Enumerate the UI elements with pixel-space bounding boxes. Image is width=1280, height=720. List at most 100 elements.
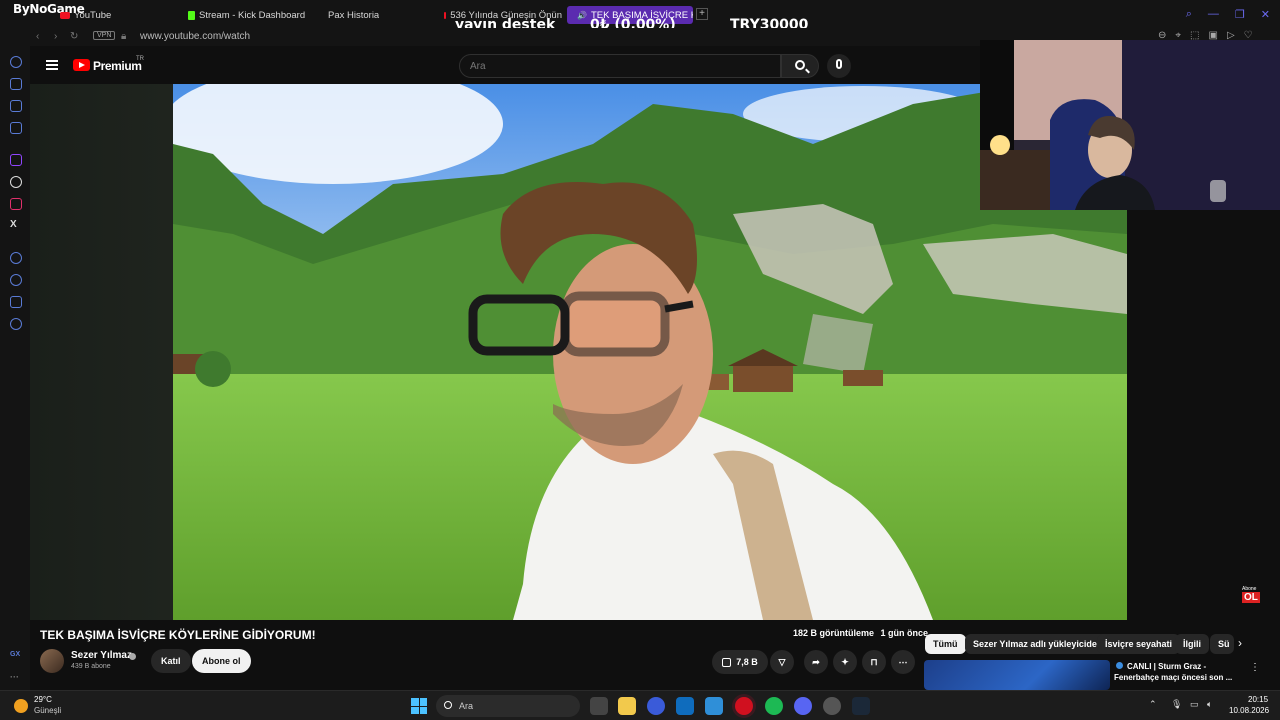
chip-related[interactable]: İlgili bbox=[1175, 634, 1209, 654]
windows-start-icon[interactable] bbox=[411, 698, 427, 714]
subscribe-button[interactable]: Abone ol bbox=[192, 649, 251, 673]
more-icon[interactable]: ··· bbox=[10, 672, 19, 682]
tab-label: YouTube bbox=[74, 9, 112, 21]
microphone-icon[interactable]: 🎙︎ bbox=[1171, 699, 1182, 710]
store-icon[interactable] bbox=[705, 697, 723, 715]
search-button[interactable] bbox=[781, 54, 819, 78]
more-vert-icon[interactable]: ⋮ bbox=[1250, 662, 1260, 673]
search-icon bbox=[795, 60, 805, 70]
outlook-icon[interactable] bbox=[676, 697, 694, 715]
more-actions-button[interactable]: ⋯ bbox=[891, 650, 915, 674]
player-icon[interactable] bbox=[10, 252, 22, 264]
voice-search-button[interactable] bbox=[827, 54, 851, 78]
close-icon[interactable]: ✕ bbox=[1261, 8, 1270, 21]
youtube-premium-logo[interactable]: Premium bbox=[93, 59, 142, 73]
twitch-icon[interactable] bbox=[10, 154, 22, 166]
join-button[interactable]: Katıl bbox=[151, 649, 191, 673]
refresh-icon[interactable] bbox=[10, 56, 22, 68]
like-count: 7,8 B bbox=[736, 657, 758, 667]
x-icon[interactable]: X bbox=[10, 219, 17, 230]
view-count: 182 B görüntüleme 1 gün önce bbox=[793, 628, 928, 638]
vpn-badge[interactable]: VPN bbox=[93, 31, 116, 40]
tab-youtube[interactable]: YouTube bbox=[60, 6, 111, 24]
spotify-icon[interactable] bbox=[765, 697, 783, 715]
channel-name[interactable]: Sezer Yılmaz bbox=[71, 650, 132, 661]
chevron-up-icon[interactable]: ⌃ bbox=[1149, 699, 1157, 710]
save-button[interactable]: ⊓ bbox=[862, 650, 886, 674]
clock-date[interactable]: 10.08.2026 bbox=[1229, 706, 1269, 715]
kick-icon bbox=[188, 10, 195, 20]
search-icon[interactable]: ⌕ bbox=[1186, 8, 1192, 21]
network-icon[interactable]: ▭ bbox=[1190, 699, 1199, 710]
speaker-icon: 🔊 bbox=[577, 10, 587, 20]
webcam-overlay bbox=[980, 40, 1280, 210]
discord-icon[interactable] bbox=[10, 176, 22, 188]
microphone-icon bbox=[836, 59, 842, 69]
subscriber-count: 439 B abone bbox=[71, 663, 111, 670]
thumbs-up-icon bbox=[722, 657, 732, 667]
tab-kick-dashboard[interactable]: Stream - Kick Dashboard bbox=[188, 6, 305, 24]
ask-button[interactable]: ✦ bbox=[833, 650, 857, 674]
clock-time[interactable]: 20:15 bbox=[1248, 695, 1268, 704]
window-controls: ⌕ — ❐ ✕ bbox=[1186, 8, 1270, 21]
recommended-video-title-2[interactable]: Fenerbahçe maçı öncesi son ... bbox=[1114, 673, 1244, 682]
recommended-video-thumbnail[interactable] bbox=[924, 660, 1110, 690]
search-input[interactable]: Ara bbox=[459, 54, 781, 78]
search-icon bbox=[444, 701, 452, 709]
share-icon: ➦ bbox=[812, 656, 820, 667]
bookmark-icon: ⊓ bbox=[870, 656, 878, 667]
upload-age: 1 gün önce bbox=[880, 628, 929, 638]
minimize-icon[interactable]: — bbox=[1208, 8, 1219, 21]
chip-more[interactable]: Sü bbox=[1210, 634, 1234, 654]
chip-all[interactable]: Tümü bbox=[925, 634, 966, 654]
gx-label: GX bbox=[10, 651, 21, 658]
bookmark-icon[interactable] bbox=[10, 78, 22, 90]
youtube-header: Premium TR Ara bbox=[30, 46, 980, 84]
recommended-video-title[interactable]: CANLI | Sturm Graz - bbox=[1127, 661, 1247, 673]
volume-icon[interactable]: 🔈︎ bbox=[1207, 699, 1212, 710]
weather-temperature[interactable]: 29°C bbox=[34, 695, 52, 704]
new-tab-button[interactable]: + bbox=[696, 8, 708, 20]
weather-condition[interactable]: Güneşli bbox=[34, 706, 61, 715]
gamepad-icon[interactable] bbox=[10, 100, 22, 112]
dislike-button[interactable]: ▽ bbox=[770, 650, 794, 674]
tab-pax-historia[interactable]: Pax Historia bbox=[316, 6, 379, 24]
maximize-icon[interactable]: ❐ bbox=[1235, 8, 1245, 21]
reload-icon[interactable]: ↻ bbox=[70, 31, 78, 42]
weather-sun-icon[interactable] bbox=[14, 699, 28, 713]
sparkle-icon: ✦ bbox=[841, 656, 849, 667]
chip-switzerland[interactable]: İsviçre seyahati bbox=[1097, 634, 1181, 654]
channel-avatar[interactable] bbox=[40, 649, 64, 673]
thumbs-down-icon: ▽ bbox=[778, 656, 786, 667]
url-field[interactable]: www.youtube.com/watch bbox=[140, 31, 250, 42]
menu-icon[interactable] bbox=[46, 60, 58, 70]
like-button[interactable]: 7,8 B bbox=[712, 650, 768, 674]
chevron-right-icon[interactable]: › bbox=[1238, 636, 1242, 650]
taskbar-search-label: Ara bbox=[459, 701, 474, 711]
app-icon-2[interactable] bbox=[823, 697, 841, 715]
steam-icon[interactable] bbox=[852, 697, 870, 715]
share-button[interactable]: ➦ bbox=[804, 650, 828, 674]
history-icon[interactable] bbox=[10, 274, 22, 286]
youtube-icon bbox=[444, 11, 447, 19]
browser-sidebar: X GX ··· bbox=[0, 46, 30, 690]
back-icon[interactable]: ‹ bbox=[36, 31, 39, 42]
windows-taskbar: 29°C Güneşli Ara ⌃ 🎙︎ ▭ 🔈︎ 20:15 10.08.2… bbox=[0, 690, 1280, 720]
lock-icon[interactable]: 🔒︎ bbox=[121, 31, 126, 42]
webcam-scene bbox=[980, 40, 1280, 210]
instagram-icon[interactable] bbox=[10, 198, 22, 210]
news-icon[interactable] bbox=[10, 122, 22, 134]
taskbar-search[interactable]: Ara bbox=[436, 695, 580, 717]
discord-icon[interactable] bbox=[794, 697, 812, 715]
youtube-logo-icon[interactable] bbox=[73, 59, 90, 71]
tab-label: Pax Historia bbox=[328, 9, 380, 21]
opera-gx-icon[interactable] bbox=[735, 697, 753, 715]
chip-uploader[interactable]: Sezer Yılmaz adlı yükleyiciden bbox=[965, 634, 1111, 654]
task-view-icon[interactable] bbox=[590, 697, 608, 715]
extensions-icon[interactable] bbox=[10, 296, 22, 308]
settings-icon[interactable] bbox=[10, 318, 22, 330]
file-explorer-icon[interactable] bbox=[618, 697, 636, 715]
forward-icon[interactable]: › bbox=[54, 31, 57, 42]
app-icon[interactable] bbox=[647, 697, 665, 715]
subscribe-badge: OL bbox=[1242, 592, 1260, 603]
